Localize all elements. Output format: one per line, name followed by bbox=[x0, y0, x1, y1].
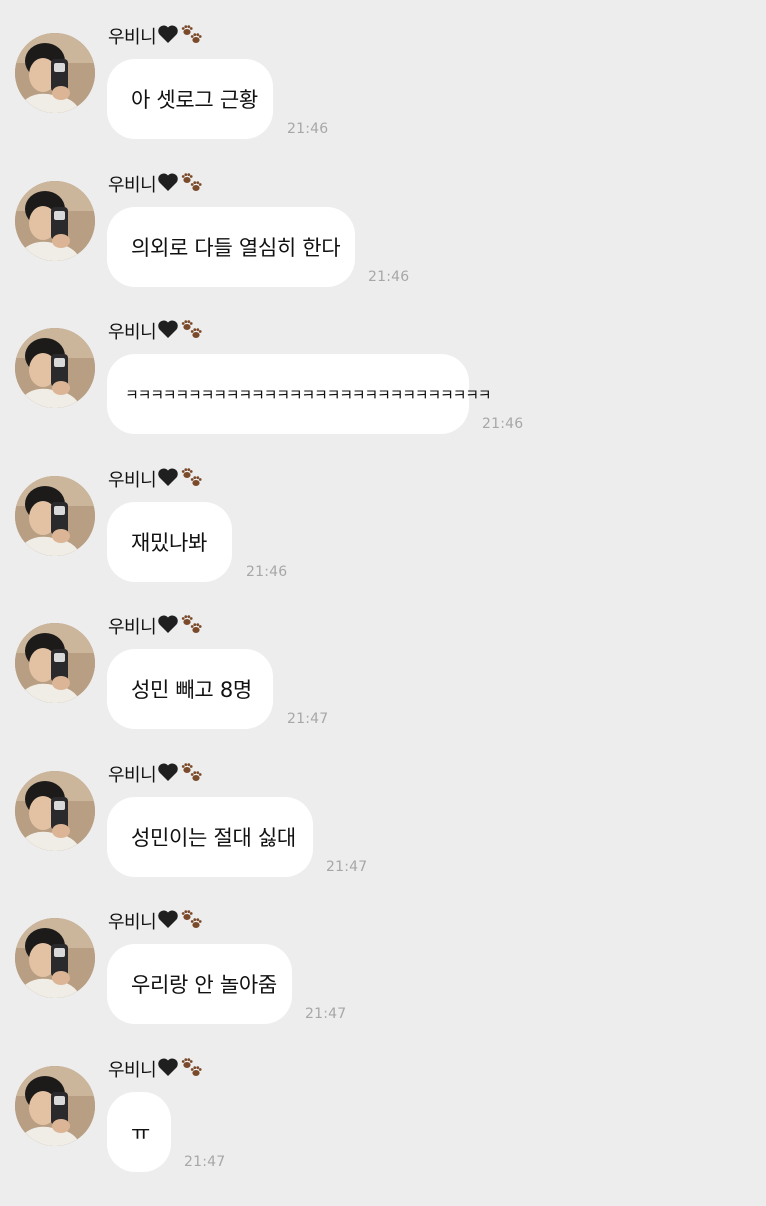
message-bubble[interactable]: 재밌나봐 bbox=[107, 502, 232, 582]
avatar[interactable] bbox=[15, 771, 95, 851]
message-bubble[interactable]: ㅠ bbox=[107, 1092, 171, 1172]
message-bubble[interactable]: 성민 빼고 8명 bbox=[107, 649, 273, 729]
sender-name-row: 우비니 bbox=[108, 761, 204, 787]
message-row: 우비니 ㅠ 21:47 bbox=[0, 1058, 766, 1206]
message-row: 우비니 ㅋㅋㅋㅋㅋㅋㅋㅋㅋㅋㅋㅋㅋㅋㅋㅋㅋㅋㅋㅋㅋㅋㅋㅋㅋㅋㅋㅋㅋ 21:46 bbox=[0, 320, 766, 468]
avatar[interactable] bbox=[15, 476, 95, 556]
black-heart-icon bbox=[157, 909, 179, 933]
paw-prints-icon bbox=[180, 613, 204, 639]
sender-name: 우비니 bbox=[108, 912, 157, 933]
sender-name: 우비니 bbox=[108, 1060, 157, 1081]
message-bubble[interactable]: 우리랑 안 놀아줌 bbox=[107, 944, 292, 1024]
sender-name-row: 우비니 bbox=[108, 613, 204, 639]
sender-name-row: 우비니 bbox=[108, 23, 204, 49]
paw-prints-icon bbox=[180, 23, 204, 49]
avatar[interactable] bbox=[15, 181, 95, 261]
avatar[interactable] bbox=[15, 918, 95, 998]
sender-name-row: 우비니 bbox=[108, 908, 204, 934]
chat-thread[interactable]: 우비니 아 셋로그 근황 21:46 우비니 의외로 다들 열심히 한다 21:… bbox=[0, 0, 766, 1199]
avatar[interactable] bbox=[15, 1066, 95, 1146]
message-row: 우비니 재밌나봐 21:46 bbox=[0, 468, 766, 616]
paw-prints-icon bbox=[180, 466, 204, 492]
paw-prints-icon bbox=[180, 1056, 204, 1082]
black-heart-icon bbox=[157, 319, 179, 343]
message-time: 21:47 bbox=[184, 1154, 226, 1170]
sender-name: 우비니 bbox=[108, 322, 157, 343]
message-row: 우비니 의외로 다들 열심히 한다 21:46 bbox=[0, 173, 766, 321]
paw-prints-icon bbox=[180, 761, 204, 787]
sender-name-row: 우비니 bbox=[108, 466, 204, 492]
paw-prints-icon bbox=[180, 171, 204, 197]
sender-name: 우비니 bbox=[108, 617, 157, 638]
avatar[interactable] bbox=[15, 328, 95, 408]
black-heart-icon bbox=[157, 172, 179, 196]
message-row: 우비니 성민 빼고 8명 21:47 bbox=[0, 615, 766, 763]
avatar[interactable] bbox=[15, 623, 95, 703]
message-bubble[interactable]: 성민이는 절대 싫대 bbox=[107, 797, 313, 877]
message-time: 21:47 bbox=[287, 711, 329, 727]
message-row: 우비니 아 셋로그 근황 21:46 bbox=[0, 25, 766, 173]
black-heart-icon bbox=[157, 1057, 179, 1081]
sender-name-row: 우비니 bbox=[108, 1056, 204, 1082]
message-time: 21:46 bbox=[287, 121, 329, 137]
message-time: 21:46 bbox=[368, 269, 410, 285]
message-row: 우비니 성민이는 절대 싫대 21:47 bbox=[0, 763, 766, 911]
paw-prints-icon bbox=[180, 908, 204, 934]
black-heart-icon bbox=[157, 762, 179, 786]
sender-name-row: 우비니 bbox=[108, 171, 204, 197]
paw-prints-icon bbox=[180, 318, 204, 344]
sender-name: 우비니 bbox=[108, 27, 157, 48]
black-heart-icon bbox=[157, 467, 179, 491]
sender-name: 우비니 bbox=[108, 765, 157, 786]
message-bubble[interactable]: 의외로 다들 열심히 한다 bbox=[107, 207, 355, 287]
sender-name: 우비니 bbox=[108, 470, 157, 491]
sender-name: 우비니 bbox=[108, 175, 157, 196]
message-time: 21:46 bbox=[246, 564, 288, 580]
sender-name-row: 우비니 bbox=[108, 318, 204, 344]
message-time: 21:47 bbox=[326, 859, 368, 875]
message-time: 21:47 bbox=[305, 1006, 347, 1022]
black-heart-icon bbox=[157, 614, 179, 638]
message-row: 우비니 우리랑 안 놀아줌 21:47 bbox=[0, 910, 766, 1058]
black-heart-icon bbox=[157, 24, 179, 48]
avatar[interactable] bbox=[15, 33, 95, 113]
message-bubble[interactable]: ㅋㅋㅋㅋㅋㅋㅋㅋㅋㅋㅋㅋㅋㅋㅋㅋㅋㅋㅋㅋㅋㅋㅋㅋㅋㅋㅋㅋㅋ bbox=[107, 354, 492, 434]
message-time: 21:46 bbox=[482, 416, 524, 432]
message-bubble[interactable]: 아 셋로그 근황 bbox=[107, 59, 273, 139]
